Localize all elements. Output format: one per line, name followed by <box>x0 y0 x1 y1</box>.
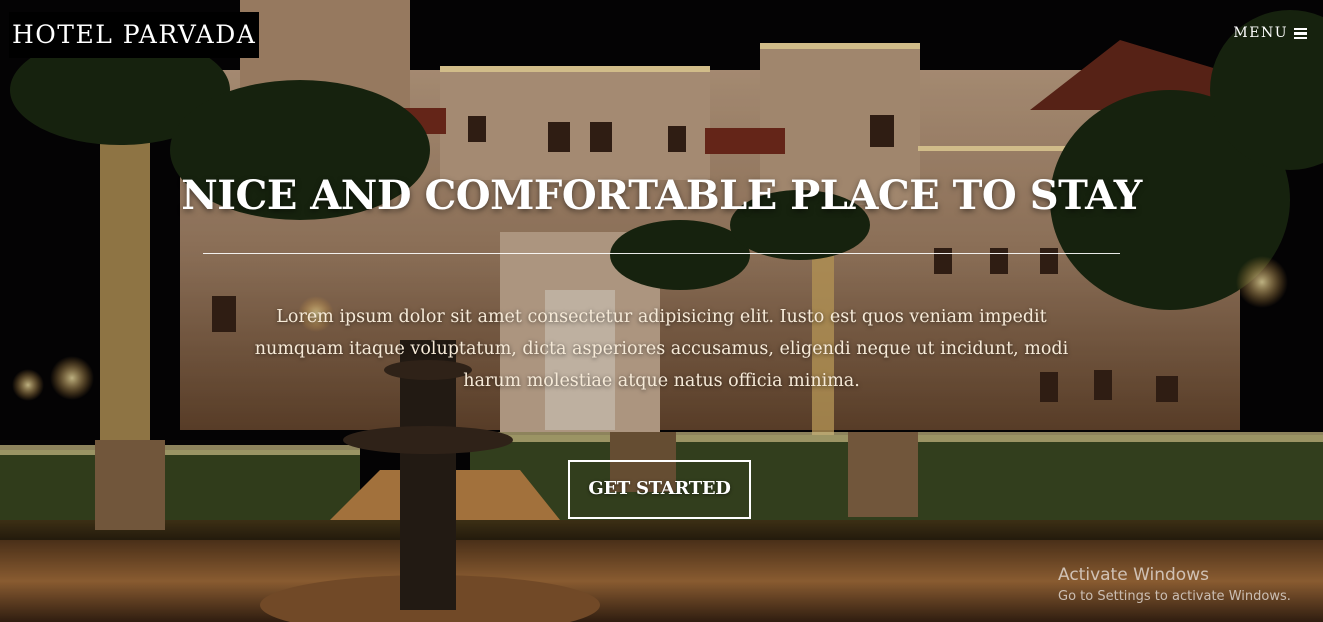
menu-toggle-button[interactable]: MENU <box>1233 25 1307 41</box>
watermark-subtitle: Go to Settings to activate Windows. <box>1058 589 1291 604</box>
get-started-button[interactable]: GET STARTED <box>568 460 751 519</box>
hero-lead-text: Lorem ipsum dolor sit amet consectetur a… <box>254 307 1069 391</box>
bars-icon <box>1294 27 1307 39</box>
hero-section: HOTEL PARVADA MENU NICE AND COMFORTABLE … <box>0 0 1323 622</box>
title-divider <box>203 253 1120 254</box>
menu-label: MENU <box>1233 25 1288 41</box>
activate-windows-watermark: Activate Windows Go to Settings to activ… <box>1058 564 1291 606</box>
hero-title: NICE AND COMFORTABLE PLACE TO STAY <box>181 172 1142 219</box>
brand-logo[interactable]: HOTEL PARVADA <box>9 12 260 58</box>
watermark-title: Activate Windows <box>1058 565 1209 585</box>
